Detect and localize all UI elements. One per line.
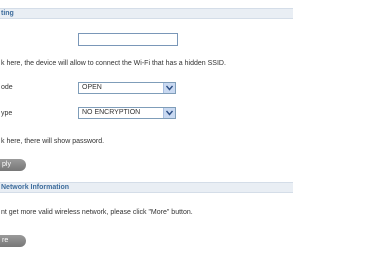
security-mode-select[interactable]: OPEN: [78, 82, 176, 94]
more-button-label: re: [2, 237, 9, 244]
network-section-header: Network Information: [0, 182, 293, 193]
apply-button-label: ply: [2, 161, 11, 168]
wifi-settings-page: ting k here, the device will allow to co…: [0, 0, 382, 254]
encryption-type-label: ype: [1, 110, 13, 117]
security-mode-label: ode: [1, 84, 13, 91]
security-mode-value: OPEN: [82, 84, 102, 91]
more-button[interactable]: re: [0, 235, 26, 247]
network-section-title: Network Information: [1, 184, 70, 191]
encryption-type-select[interactable]: NO ENCRYPTION: [78, 107, 176, 119]
settings-section-title: ting: [1, 10, 14, 17]
chevron-down-icon[interactable]: [163, 108, 175, 118]
network-more-hint: nt get more valid wireless network, plea…: [1, 209, 193, 216]
hidden-ssid-hint: k here, the device will allow to connect…: [1, 60, 226, 67]
encryption-type-value: NO ENCRYPTION: [82, 109, 141, 116]
ssid-input[interactable]: [78, 33, 178, 46]
settings-section-header: ting: [0, 8, 293, 19]
show-password-hint: k here, there will show password.: [1, 138, 105, 145]
chevron-down-icon[interactable]: [163, 83, 175, 93]
apply-button[interactable]: ply: [0, 159, 26, 171]
